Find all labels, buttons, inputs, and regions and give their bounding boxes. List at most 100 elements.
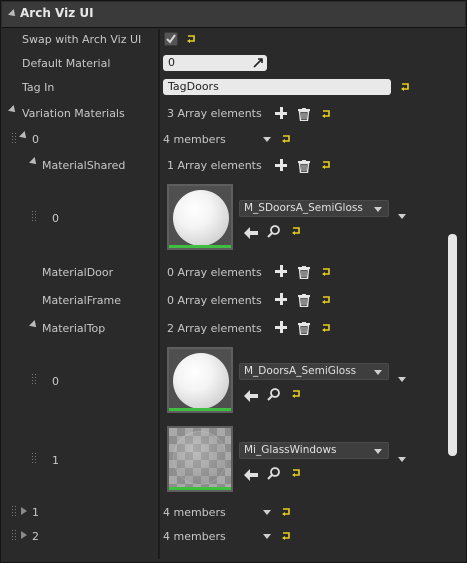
trash-icon[interactable] [298, 292, 310, 308]
drag-handle-icon[interactable] [32, 374, 36, 386]
material-door-label: MaterialDoor [42, 266, 114, 279]
sphere-preview [173, 431, 227, 485]
chevron-down-icon [374, 207, 382, 212]
drag-handle-icon[interactable] [32, 211, 36, 223]
asset-type-bar [169, 245, 231, 248]
swap-label: Swap with Arch Viz UI [22, 33, 142, 46]
reset-to-default-icon[interactable] [281, 508, 291, 516]
tag-in-input[interactable]: TagDoors [163, 79, 391, 95]
reset-to-default-icon[interactable] [321, 161, 331, 169]
slider-icon [253, 58, 263, 68]
add-element-icon[interactable] [275, 265, 287, 277]
element-0-members: 4 members [163, 133, 226, 146]
material-thumbnail[interactable] [167, 426, 233, 492]
use-selected-asset-icon[interactable] [244, 387, 258, 402]
reset-to-default-icon[interactable] [281, 135, 291, 143]
add-element-icon[interactable] [275, 159, 287, 171]
default-material-label: Default Material [22, 57, 111, 70]
use-selected-asset-icon[interactable] [244, 466, 258, 481]
variation-materials-label: Variation Materials [22, 107, 125, 120]
material-shared-0-label: 0 [52, 212, 59, 225]
material-top-0-label: 0 [52, 375, 59, 388]
thumbnail-image [169, 186, 231, 246]
chevron-down-icon [374, 370, 382, 375]
material-asset-combo[interactable]: M_SDoorsA_SemiGloss [239, 200, 389, 217]
use-selected-asset-icon[interactable] [244, 224, 258, 239]
category-title: Arch Viz UI [20, 6, 94, 20]
reset-to-default-icon[interactable] [291, 469, 301, 477]
chevron-down-icon [374, 449, 382, 454]
material-asset-name: Mi_GlassWindows [244, 444, 337, 456]
element-1-label: 1 [32, 506, 39, 519]
material-shared-label: MaterialShared [42, 159, 126, 172]
material-top-1-label: 1 [52, 454, 59, 467]
element-2-members: 4 members [163, 530, 226, 543]
asset-type-bar [169, 408, 231, 411]
drag-handle-icon[interactable] [12, 506, 16, 518]
element-options-arrow-icon[interactable] [398, 377, 406, 382]
collapsed-arrow-icon[interactable] [21, 531, 27, 539]
reset-to-default-icon[interactable] [400, 83, 410, 91]
reset-to-default-icon[interactable] [321, 296, 331, 304]
expand-arrow-icon[interactable] [29, 320, 39, 330]
material-top-count: 2 Array elements [167, 322, 262, 335]
reset-to-default-icon[interactable] [291, 390, 301, 398]
sphere-preview [173, 190, 229, 246]
drag-handle-icon[interactable] [12, 133, 16, 145]
material-top-label: MaterialTop [42, 322, 106, 335]
browse-asset-icon[interactable] [267, 386, 281, 401]
trash-icon[interactable] [298, 158, 310, 174]
material-thumbnail[interactable] [167, 347, 233, 413]
drag-handle-icon[interactable] [12, 530, 16, 542]
thumbnail-image [169, 428, 231, 488]
expand-arrow-icon[interactable] [19, 131, 29, 141]
browse-asset-icon[interactable] [267, 465, 281, 480]
tag-in-label: Tag In [22, 81, 55, 94]
browse-asset-icon[interactable] [267, 223, 281, 238]
element-options-arrow-icon[interactable] [398, 457, 406, 462]
reset-to-default-icon[interactable] [321, 268, 331, 276]
details-panel: Arch Viz UI Swap with Arch Viz UI Defaul… [0, 0, 467, 563]
sphere-preview [173, 353, 229, 409]
asset-type-bar [169, 487, 231, 490]
add-element-icon[interactable] [275, 293, 287, 305]
trash-icon[interactable] [298, 320, 310, 336]
element-options-arrow-icon[interactable] [263, 510, 271, 515]
vertical-scrollbar-thumb[interactable] [448, 234, 457, 456]
material-frame-count: 0 Array elements [167, 294, 262, 307]
material-shared-count: 1 Array elements [167, 159, 262, 172]
material-thumbnail[interactable] [167, 184, 233, 250]
reset-to-default-icon[interactable] [281, 532, 291, 540]
reset-to-default-icon[interactable] [291, 227, 301, 235]
trash-icon[interactable] [298, 264, 310, 280]
material-asset-name: M_DoorsA_SemiGloss [244, 365, 357, 377]
category-header[interactable]: Arch Viz UI [2, 2, 465, 28]
element-options-arrow-icon[interactable] [263, 137, 271, 142]
trash-icon[interactable] [298, 106, 310, 122]
element-0-label: 0 [32, 133, 39, 146]
default-material-input[interactable]: 0 [163, 55, 267, 71]
element-options-arrow-icon[interactable] [398, 214, 406, 219]
reset-to-default-icon[interactable] [321, 110, 331, 118]
expand-arrow-icon[interactable] [29, 157, 39, 167]
element-options-arrow-icon[interactable] [263, 534, 271, 539]
default-material-value: 0 [168, 56, 175, 69]
reset-to-default-icon[interactable] [186, 35, 196, 43]
material-door-count: 0 Array elements [167, 266, 262, 279]
add-element-icon[interactable] [275, 107, 287, 119]
drag-handle-icon[interactable] [32, 453, 36, 465]
material-asset-combo[interactable]: Mi_GlassWindows [239, 442, 389, 459]
column-divider[interactable] [158, 29, 160, 559]
add-element-icon[interactable] [275, 321, 287, 333]
material-frame-label: MaterialFrame [42, 294, 121, 307]
reset-to-default-icon[interactable] [321, 324, 331, 332]
material-asset-name: M_SDoorsA_SemiGloss [244, 202, 363, 214]
element-1-members: 4 members [163, 506, 226, 519]
material-asset-combo[interactable]: M_DoorsA_SemiGloss [239, 363, 389, 380]
element-2-label: 2 [32, 530, 39, 543]
thumbnail-image [169, 349, 231, 409]
collapse-arrow-icon[interactable] [8, 9, 18, 19]
swap-checkbox[interactable] [164, 32, 178, 46]
collapsed-arrow-icon[interactable] [21, 507, 27, 515]
expand-arrow-icon[interactable] [8, 105, 18, 115]
